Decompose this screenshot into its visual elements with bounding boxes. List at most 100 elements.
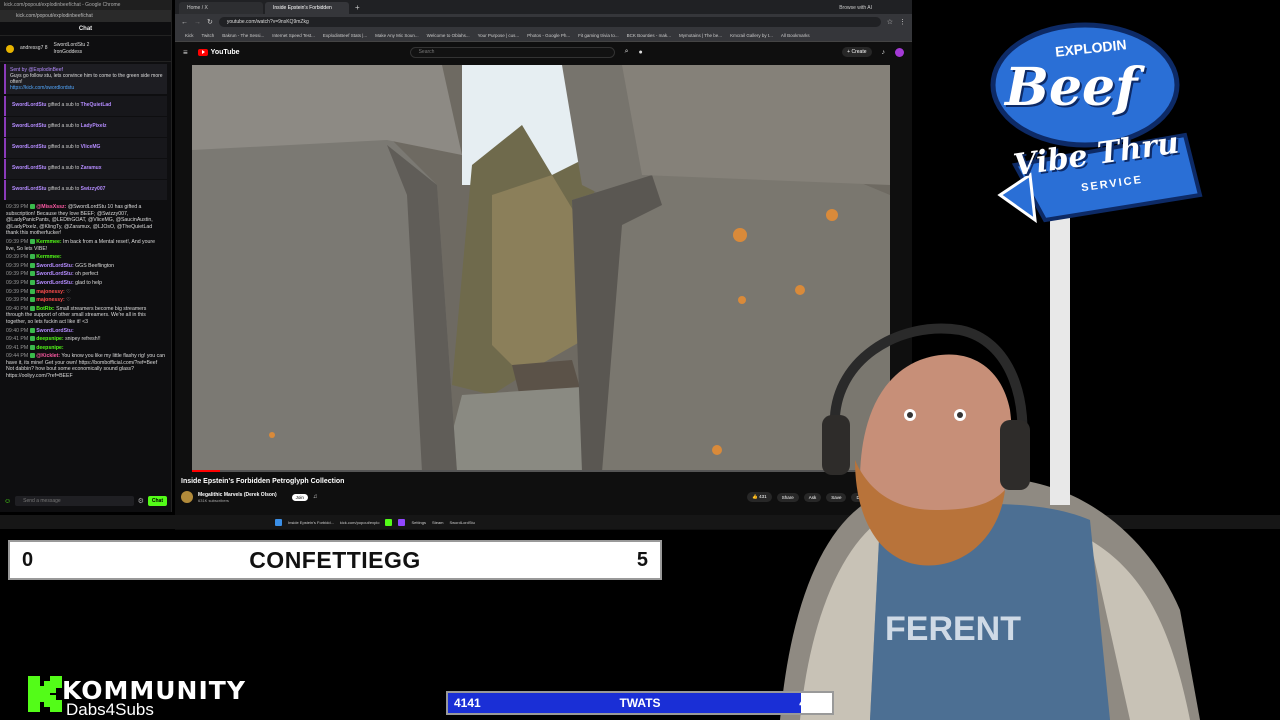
gifter-2-count: 2	[86, 41, 90, 48]
gifter-1[interactable]: andressg7	[20, 45, 43, 51]
sub-gifter[interactable]: SwordLordStu	[12, 186, 46, 192]
badge-icon	[30, 262, 36, 268]
message-user[interactable]: SwordLordStu:	[36, 271, 73, 277]
bookmark-item[interactable]: All Bookmarks	[781, 33, 810, 38]
chat-url-bar[interactable]: kick.com/popout/explodinbeef/chat	[0, 10, 171, 22]
channel-name[interactable]: Megalithic Marvels (Derek Olson)	[198, 492, 277, 498]
message-user[interactable]: deepsnipe:	[36, 336, 63, 342]
goal-bar-twats: 4141 TWATS 4500	[446, 691, 834, 715]
sub-gift-row: SwordLordStu gifted a sub to LadyPixelz	[4, 117, 167, 137]
bookmark-item[interactable]: Bakrun - The Sessi...	[222, 33, 264, 38]
search-icon[interactable]: ⌕	[625, 48, 629, 56]
taskbar-item[interactable]: Settings	[411, 520, 425, 525]
sub-gifter[interactable]: SwordLordStu	[12, 144, 46, 150]
badge-icon	[30, 271, 36, 277]
bookmark-item[interactable]: Photos - Google Ph...	[527, 33, 570, 38]
chat-message: 09:44 PM @Kicklet: You know you like my l…	[6, 353, 165, 379]
sub-gift-target[interactable]: TheQuietLad	[81, 102, 112, 108]
notifications-icon[interactable]: ♪	[882, 49, 886, 56]
sub-gifter[interactable]: SwordLordStu	[12, 123, 46, 129]
message-user[interactable]: deepsnipe:	[36, 345, 63, 351]
reload-icon[interactable]: ↻	[207, 18, 213, 26]
gifter-2[interactable]: SwordLordStu	[54, 42, 86, 48]
sub-gifter[interactable]: SwordLordStu	[12, 165, 46, 171]
chat-message: 09:39 PM SwordLordStu: oh perfect	[6, 271, 165, 278]
bookmark-item[interactable]: Internet Speed Test...	[272, 33, 315, 38]
browse-with-ai[interactable]: Browse with AI	[839, 2, 872, 14]
bookmark-item[interactable]: Mymotains | The be...	[679, 33, 722, 38]
youtube-search-input[interactable]: Search	[409, 46, 615, 58]
message-user[interactable]: SwordLordStu:	[36, 280, 73, 286]
forward-icon[interactable]: →	[194, 19, 201, 26]
bookmark-item[interactable]: BCK Bounties - mak...	[627, 33, 671, 38]
message-user[interactable]: @MissXssz:	[36, 204, 66, 210]
sub-gift-target[interactable]: LadyPixelz	[81, 123, 107, 129]
join-button[interactable]: Join	[291, 493, 308, 501]
back-icon[interactable]: ←	[181, 19, 188, 26]
message-user[interactable]: Kermmee:	[36, 254, 61, 260]
sub-gift-list: SwordLordStu gifted a sub to TheQuietLad…	[0, 96, 171, 200]
gifter-1-count: 8	[44, 45, 48, 51]
sub-gift-target[interactable]: VliceMG	[81, 144, 101, 150]
sub-gift-row: SwordLordStu gifted a sub to TheQuietLad	[4, 96, 167, 116]
message-user[interactable]: BotRix:	[36, 306, 54, 312]
mic-icon[interactable]: ●	[639, 49, 643, 56]
badge-icon	[30, 254, 36, 260]
bookmark-item[interactable]: Fit gaming trivia to...	[578, 33, 619, 38]
badge-icon	[30, 280, 36, 286]
message-user[interactable]: majonessy:	[36, 289, 65, 295]
tab-youtube-video[interactable]: Inside Epstein's Forbidden	[265, 2, 349, 14]
gifter-3[interactable]: IronGoddess	[54, 49, 83, 55]
bookmark-item[interactable]: ExplodinBeef Stats |...	[323, 33, 367, 38]
tab-bar: Home / X Inside Epstein's Forbidden + Br…	[175, 0, 912, 14]
taskbar-item[interactable]: kick.com/popout/explo	[340, 520, 380, 525]
new-tab-icon[interactable]: +	[351, 2, 364, 14]
taskbar-item[interactable]: SwordLordStu	[450, 520, 475, 525]
sub-gifter[interactable]: SwordLordStu	[12, 102, 46, 108]
chat-input-row: ☺ Send a message ⚙ Chat	[4, 494, 167, 508]
explodin-beef-vibe-thru-logo: EXPLODIN Beef Vibe Thru SERVICE	[985, 15, 1215, 505]
message-user[interactable]: SwordLordStu:	[36, 263, 73, 269]
tab-home-x[interactable]: Home / X	[179, 2, 263, 14]
taskbar-item[interactable]: Steam	[432, 520, 444, 525]
chat-message: 09:39 PM SwordLordStu: GGS Beeflington	[6, 263, 165, 270]
gift-icon	[6, 44, 14, 53]
sub-gift-target[interactable]: Zaramux	[81, 165, 102, 171]
message-user[interactable]: SwordLordStu:	[36, 328, 73, 334]
bookmark-item[interactable]: Welcome to Oblahs...	[427, 33, 470, 38]
bookmark-item[interactable]: Twitch	[202, 33, 215, 38]
pinned-link[interactable]: https://kick.com/swordlordstu	[10, 85, 163, 91]
youtube-logo[interactable]: YouTube	[197, 48, 240, 56]
bookmark-item[interactable]: Kmcrail Gallery by t...	[730, 33, 773, 38]
brand-main-text: Beef	[1005, 57, 1138, 118]
chat-message: 09:39 PM @MissXssz: @SwordLordStu 10 has …	[6, 204, 165, 237]
bookmark-item[interactable]: Your Purpose | cus...	[478, 33, 520, 38]
message-user[interactable]: Kermmee:	[36, 239, 61, 245]
message-user[interactable]: majonessy:	[36, 297, 65, 303]
settings-icon[interactable]: ⚙	[138, 497, 144, 505]
chat-message: 09:39 PM Kermmee:	[6, 254, 165, 261]
chat-send-button[interactable]: Chat	[147, 496, 167, 506]
menu-icon[interactable]: ⋮	[899, 18, 906, 26]
app-icon[interactable]	[385, 518, 393, 526]
emote-icon[interactable]: ☺	[4, 498, 11, 505]
message-time: 09:39 PM	[6, 204, 29, 210]
bookmark-item[interactable]: Kick	[185, 33, 194, 38]
bell-icon[interactable]: ♫	[313, 494, 318, 500]
taskbar-item[interactable]: Inside Epstein's Forbidd...	[288, 520, 334, 525]
url-field[interactable]: youtube.com/watch?v=9nsKQ9mZkg	[218, 17, 881, 27]
bookmark-star-icon[interactable]: ☆	[887, 18, 893, 26]
account-avatar[interactable]	[895, 47, 904, 57]
channel-avatar[interactable]	[181, 491, 193, 503]
message-time: 09:40 PM	[6, 327, 29, 334]
sub-gift-target[interactable]: Swizzy007	[81, 186, 106, 192]
bookmark-item[interactable]: Make Any Mic Soun...	[375, 33, 419, 38]
chat-window-titlebar: kick.com/popout/explodinbeef/chat - Goog…	[0, 0, 171, 10]
message-user[interactable]: @Kicklet:	[36, 353, 60, 359]
app-icon[interactable]	[398, 518, 406, 526]
start-icon[interactable]	[275, 518, 282, 526]
pinned-text: Guys go follow stu, lets convince him to…	[10, 73, 163, 85]
hamburger-icon[interactable]: ≡	[183, 48, 188, 57]
create-button[interactable]: + Create	[842, 47, 872, 57]
chat-input[interactable]: Send a message	[15, 496, 134, 506]
